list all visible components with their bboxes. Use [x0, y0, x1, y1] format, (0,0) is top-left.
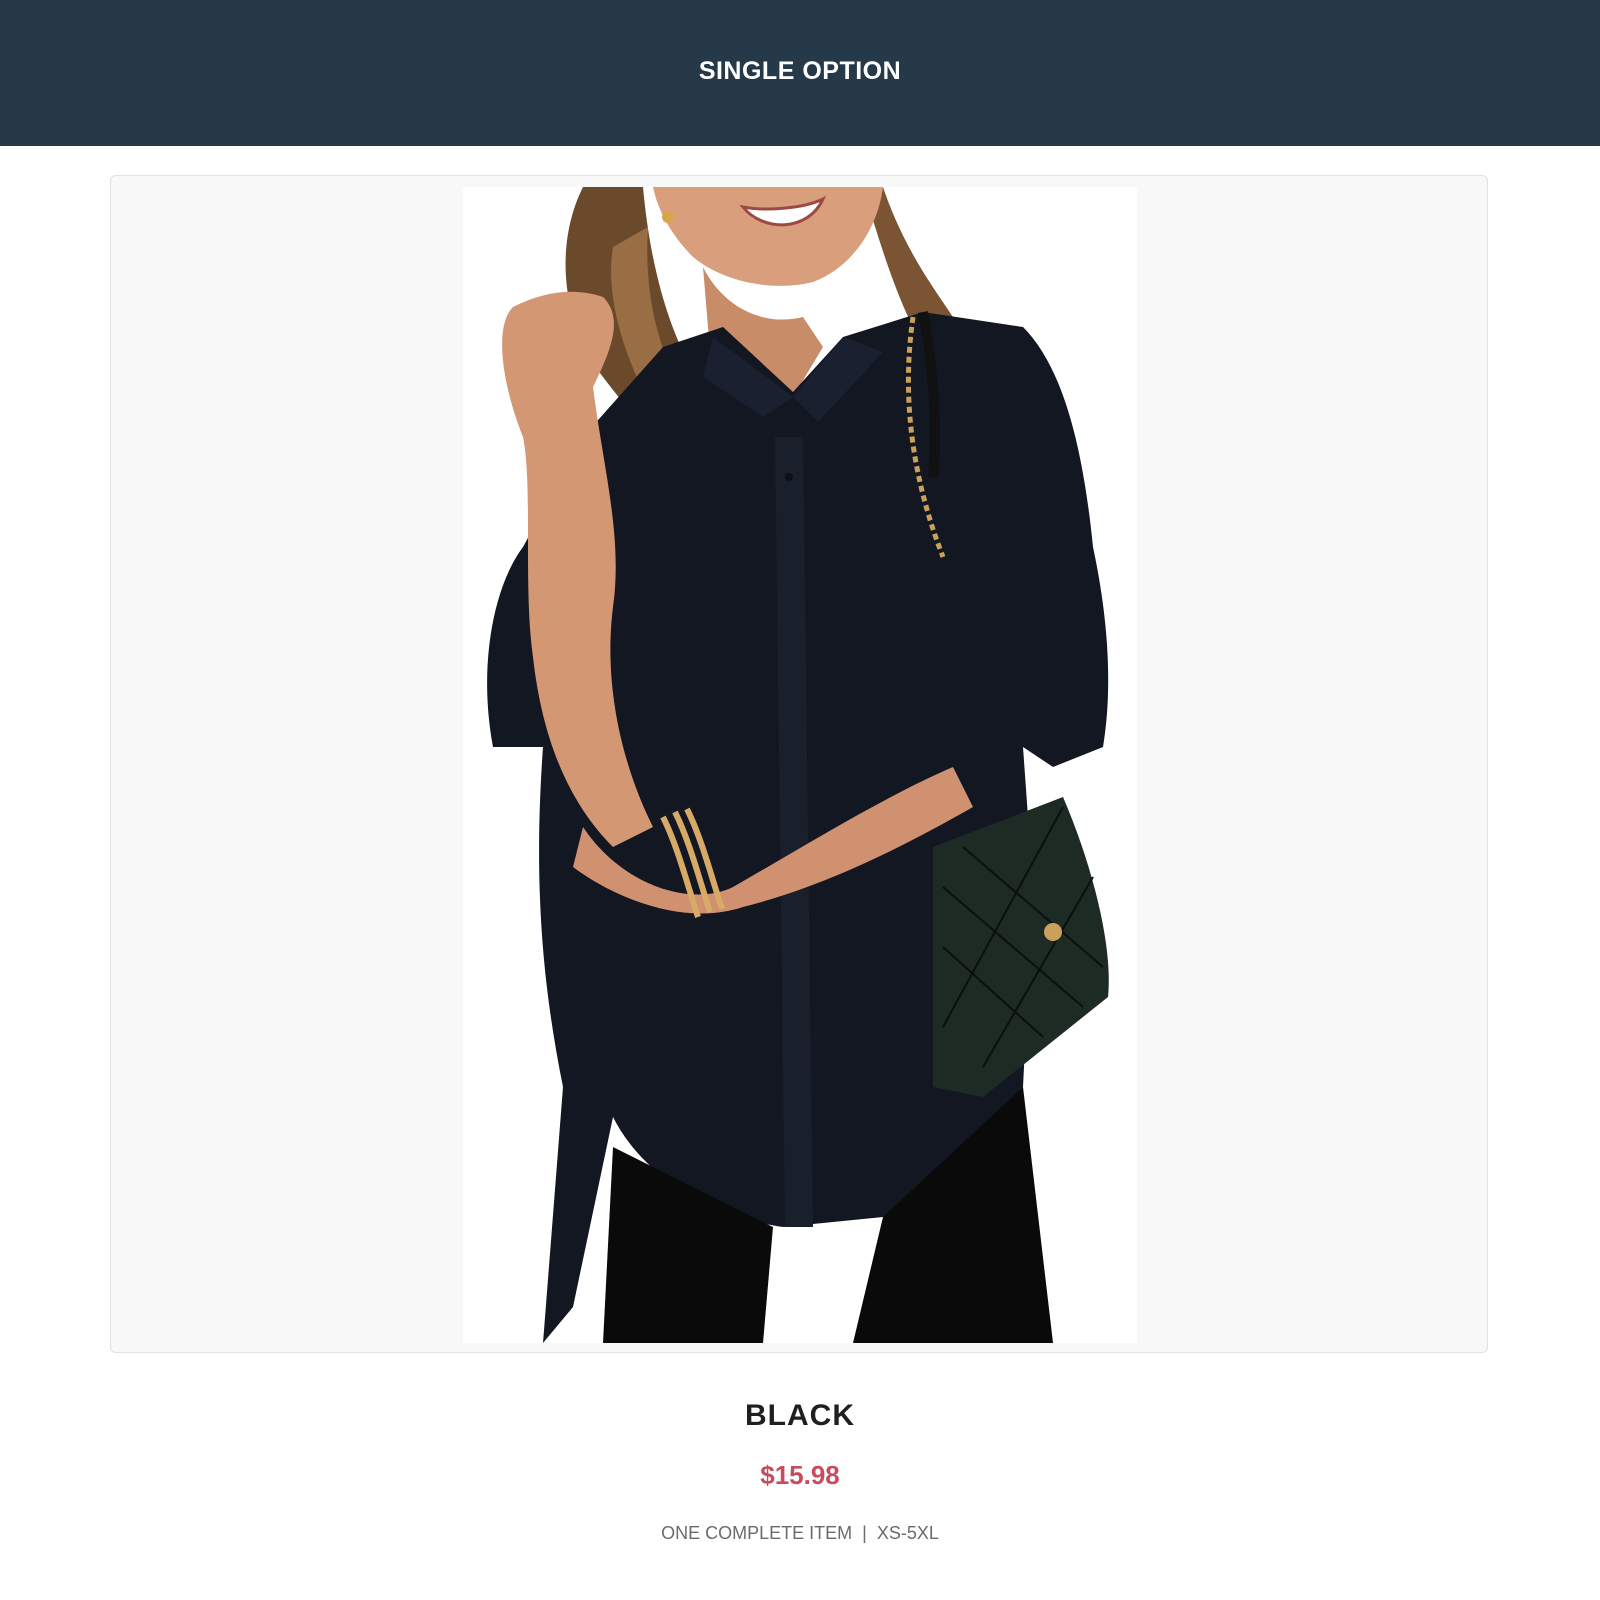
variant-name: BLACK [745, 1399, 855, 1432]
product-meta: ONE COMPLETE ITEM | XS-5XL [0, 1520, 1600, 1546]
item-type-label: ONE COMPLETE ITEM [661, 1523, 853, 1543]
price-label: $15.98 [760, 1460, 840, 1490]
size-range-label: XS-5XL [876, 1523, 939, 1543]
page-header: SINGLE OPTION [0, 0, 1600, 146]
meta-separator: | [862, 1523, 867, 1543]
product-photo-illustration [463, 187, 1137, 1343]
product-image[interactable] [463, 187, 1137, 1343]
page-title: SINGLE OPTION [698, 57, 902, 85]
product-image-frame [110, 175, 1488, 1353]
